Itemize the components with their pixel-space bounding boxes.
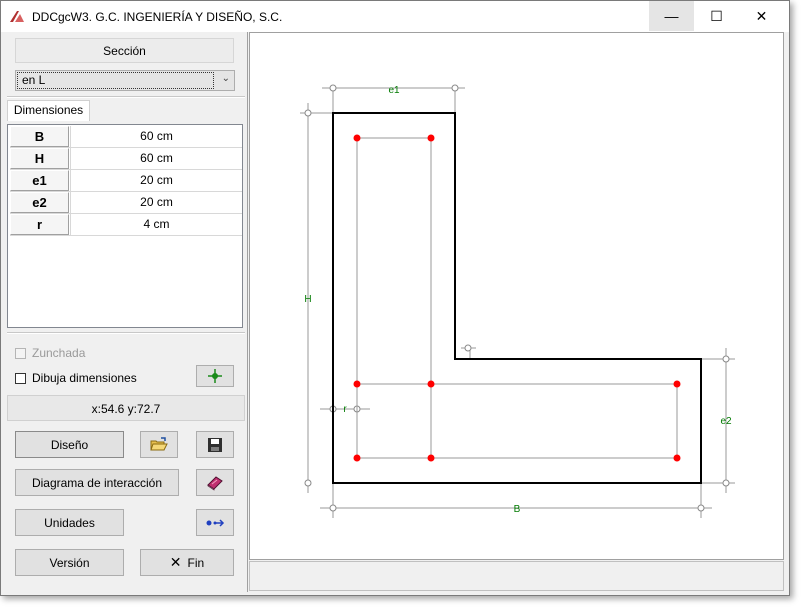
- rebar-point: [353, 134, 361, 142]
- maximize-button[interactable]: ☐: [694, 1, 739, 31]
- section-drawing: e1 H e2 B r: [300, 84, 735, 518]
- dibuja-dimensiones-label: Dibuja dimensiones: [32, 371, 137, 385]
- fin-label: Fin: [187, 555, 205, 570]
- table-row[interactable]: B 60 cm: [10, 126, 242, 148]
- zunchada-label: Zunchada: [32, 346, 86, 360]
- arrow-swap-icon: [206, 518, 225, 527]
- dimension-value[interactable]: 20 cm: [70, 170, 242, 191]
- minimize-button[interactable]: —: [649, 1, 694, 31]
- status-bar: [249, 561, 784, 591]
- fin-button[interactable]: ✕ Fin: [140, 549, 234, 576]
- stirrup-lines: [356, 137, 678, 459]
- dimension-label-e2: e2: [720, 416, 732, 427]
- rebar-point: [353, 454, 361, 462]
- save-button[interactable]: [196, 431, 234, 458]
- title-bar[interactable]: DDCgcW3. G.C. INGENIERÍA Y DISEÑO, S.C. …: [1, 1, 789, 32]
- dimension-name: e2: [10, 192, 69, 213]
- chevron-down-icon: ⌄: [221, 73, 230, 84]
- rebar-point: [427, 380, 435, 388]
- app-logo-icon: [10, 11, 24, 22]
- dimension-name: e1: [10, 170, 69, 191]
- table-row[interactable]: H 60 cm: [10, 148, 242, 170]
- crosshair-icon: [208, 369, 222, 383]
- dimension-label-h: H: [304, 294, 311, 305]
- dimension-value[interactable]: 4 cm: [70, 214, 242, 235]
- table-row[interactable]: r 4 cm: [10, 214, 242, 236]
- checkbox-box: [15, 347, 26, 359]
- app-window: DDCgcW3. G.C. INGENIERÍA Y DISEÑO, S.C. …: [0, 0, 790, 596]
- version-button[interactable]: Versión: [15, 549, 124, 576]
- dimension-name: B: [10, 126, 69, 147]
- window-title: DDCgcW3. G.C. INGENIERÍA Y DISEÑO, S.C.: [32, 10, 283, 24]
- diseno-button[interactable]: Diseño: [15, 431, 124, 458]
- tab-dimensiones[interactable]: Dimensiones: [7, 100, 90, 121]
- units-swap-button[interactable]: [196, 509, 234, 536]
- table-row[interactable]: e1 20 cm: [10, 170, 242, 192]
- dimension-label-b: B: [514, 504, 521, 515]
- section-button[interactable]: Sección: [15, 38, 234, 63]
- book-icon: [207, 475, 223, 491]
- table-row[interactable]: e2 20 cm: [10, 192, 242, 214]
- checkbox-box: [15, 372, 26, 384]
- book-button[interactable]: [196, 469, 234, 496]
- zunchada-checkbox[interactable]: Zunchada: [15, 346, 85, 360]
- dimension-nodes: [304, 84, 730, 512]
- diagrama-interaccion-button[interactable]: Diagrama de interacción: [15, 469, 179, 496]
- close-icon: ✕: [169, 554, 182, 570]
- control-panel: Sección en L ⌄ Dimensiones B 60 cm H 60 …: [3, 32, 248, 592]
- cursor-coordinates: x:54.6 y:72.7: [7, 395, 245, 421]
- rebar-point: [673, 454, 681, 462]
- dimension-label-e1: e1: [388, 85, 400, 96]
- dimension-value[interactable]: 60 cm: [70, 148, 242, 169]
- section-type-value: en L: [17, 72, 214, 89]
- open-button[interactable]: [140, 431, 178, 458]
- open-folder-icon: [150, 436, 168, 450]
- dimension-lines: [300, 87, 735, 518]
- divider: [7, 332, 245, 334]
- section-type-select[interactable]: en L ⌄: [15, 70, 235, 91]
- dimension-value[interactable]: 20 cm: [70, 192, 242, 213]
- rebar-point: [427, 134, 435, 142]
- section-outline: [332, 112, 702, 484]
- unidades-button[interactable]: Unidades: [15, 509, 124, 536]
- dimensions-grid: B 60 cm H 60 cm e1 20 cm e2 20 cm r 4 cm: [7, 124, 243, 328]
- rebar-points: [353, 134, 681, 462]
- rebar-point: [427, 454, 435, 462]
- rebar-point: [353, 380, 361, 388]
- dimension-name: H: [10, 148, 69, 169]
- divider: [7, 96, 245, 98]
- floppy-disk-icon: [208, 437, 222, 452]
- dimension-name: r: [10, 214, 69, 235]
- dimension-value[interactable]: 60 cm: [70, 126, 242, 147]
- close-button[interactable]: ✕: [739, 1, 784, 31]
- add-point-button[interactable]: [196, 365, 234, 387]
- rebar-point: [673, 380, 681, 388]
- dibuja-dimensiones-checkbox[interactable]: Dibuja dimensiones: [15, 371, 137, 385]
- section-drawing-canvas[interactable]: e1 H e2 B r: [249, 32, 784, 560]
